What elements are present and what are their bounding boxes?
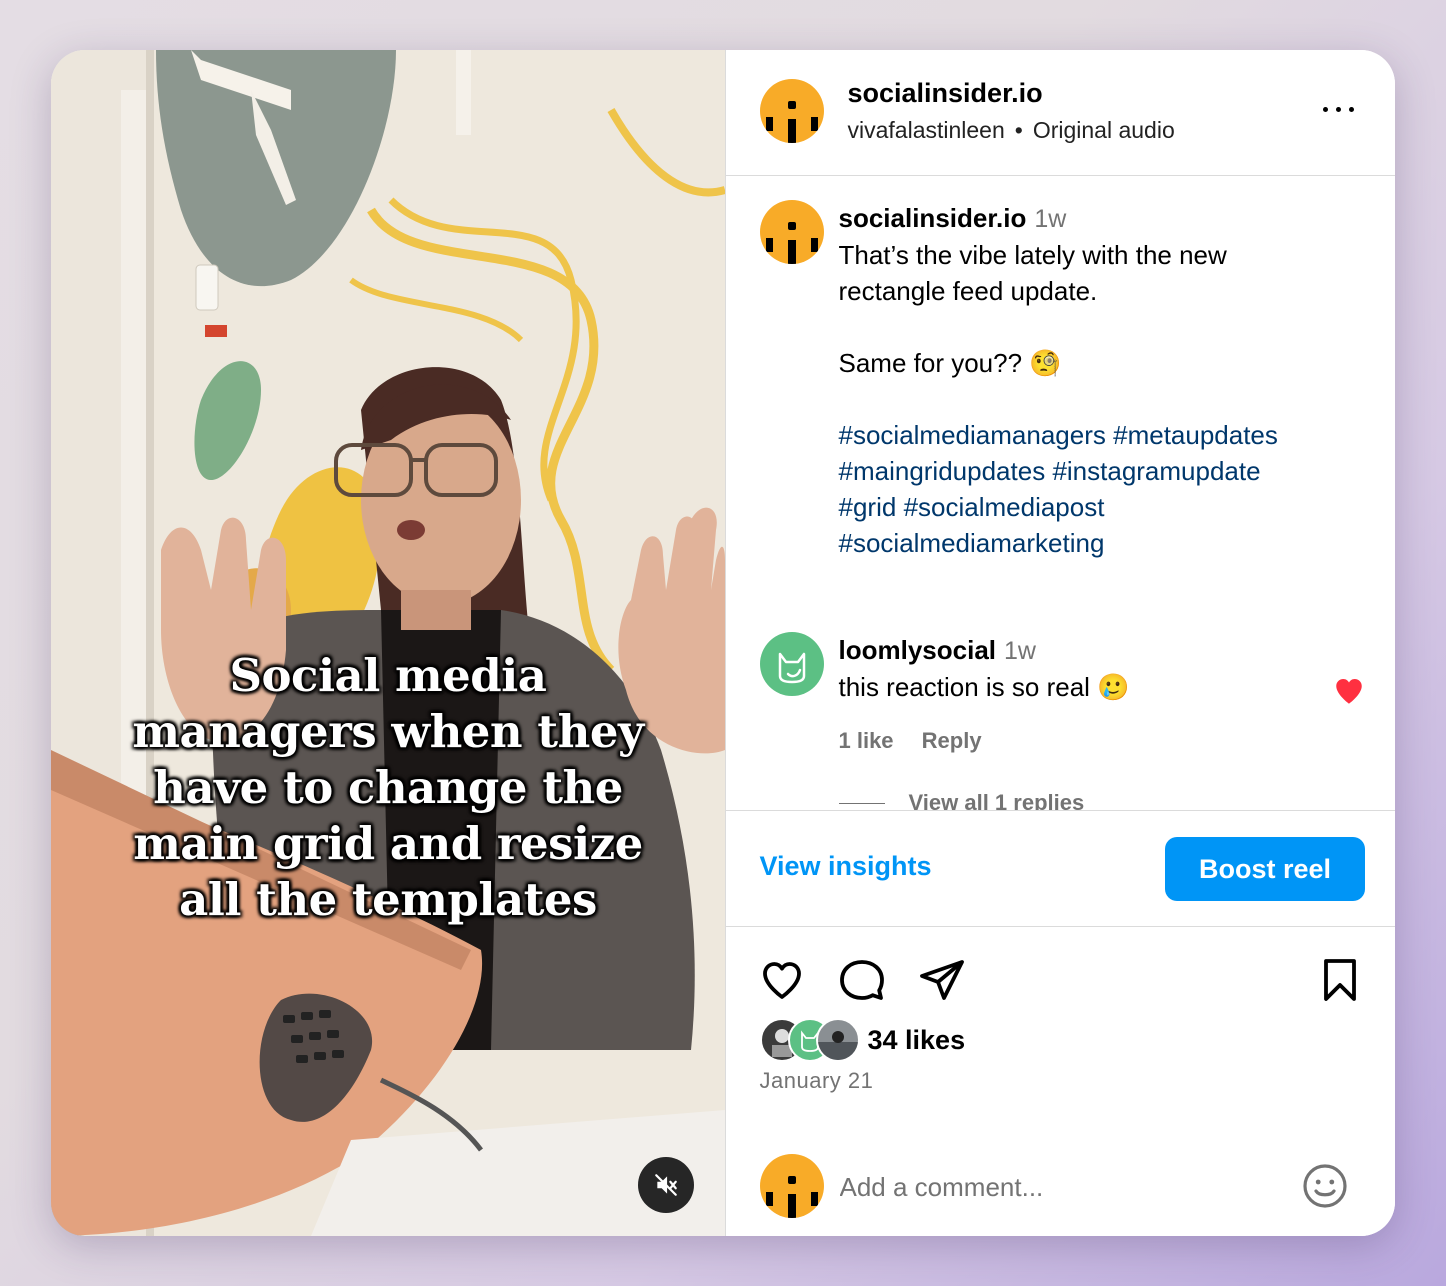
caption-text: socialinsider.io 1w That’s the vibe latel… <box>839 200 1349 561</box>
hashtag-link[interactable]: #maingridupdates <box>839 456 1046 486</box>
video-frame-illustration <box>51 50 725 1236</box>
caption-time: 1w <box>1034 205 1067 233</box>
comment-bubble-icon[interactable] <box>838 956 886 1004</box>
caption-username[interactable]: socialinsider.io <box>839 203 1027 233</box>
header-username[interactable]: socialinsider.io <box>848 78 1043 109</box>
caption-line: rectangle feed update. <box>838 276 1098 306</box>
comment-like-count[interactable]: 1 like <box>839 728 894 753</box>
comment-input[interactable] <box>837 1164 1282 1210</box>
divider <box>838 802 885 804</box>
insights-bar: View insights Boost reel <box>725 810 1395 927</box>
hashtag-link[interactable]: #socialmediapost <box>904 492 1105 522</box>
comment-time: 1w <box>1004 637 1036 665</box>
caption-line: Social media <box>229 649 547 702</box>
post-header: socialinsider.io vivafalastinleen • Origin… <box>725 50 1395 176</box>
comments-scroll-area[interactable]: socialinsider.io 1w That’s the vibe latel… <box>726 176 1396 810</box>
bookmark-icon[interactable] <box>1316 956 1364 1004</box>
liker-avatars[interactable] <box>759 1018 860 1062</box>
liked-heart-icon[interactable] <box>1332 674 1366 708</box>
caption-line: managers when they <box>132 705 644 758</box>
post-details-pane: socialinsider.io vivafalastinleen • Origin… <box>724 50 1396 1236</box>
comment-username[interactable]: loomlysocial <box>839 635 997 665</box>
view-replies-label: View all 1 replies <box>908 790 1085 810</box>
avatar <box>759 1154 824 1218</box>
hashtag-link[interactable]: #socialmediamarketing <box>839 528 1105 558</box>
caption-line: main grid and resize <box>133 817 643 870</box>
avatar[interactable] <box>759 200 824 264</box>
reel-post-card: Social media managers when they have to … <box>51 50 1395 1236</box>
comment-body: this reaction is so real 🥲 <box>838 672 1130 702</box>
caption-line: have to change the <box>153 761 623 814</box>
view-insights-link[interactable]: View insights <box>760 851 932 882</box>
video-caption-overlay: Social media managers when they have to … <box>51 648 725 928</box>
speaker-muted-icon <box>655 1174 677 1196</box>
hashtag-link[interactable]: #socialmediamanagers <box>839 420 1106 450</box>
more-horizontal-icon <box>1336 107 1341 112</box>
comment-text: loomlysocial 1w this reaction is so real … <box>839 632 1319 705</box>
audio-label[interactable]: Original audio <box>1033 117 1175 143</box>
audio-author[interactable]: vivafalastinleen <box>848 117 1005 143</box>
socialinsider-logo-icon <box>765 1176 818 1218</box>
caption-line: That’s the vibe lately with the new <box>838 240 1227 270</box>
avatar <box>815 1018 860 1062</box>
share-send-icon[interactable] <box>918 956 966 1004</box>
reel-video[interactable]: Social media managers when they have to … <box>51 50 725 1236</box>
hashtag-link[interactable]: #metaupdates <box>1113 420 1278 450</box>
caption-line: Same for you?? 🧐 <box>838 348 1062 378</box>
avatar[interactable] <box>759 79 824 143</box>
caption-line: all the templates <box>179 873 597 926</box>
post-actions: 34 likes January 21 <box>726 926 1396 1106</box>
avatar[interactable] <box>759 632 824 696</box>
likes-count[interactable]: 34 likes <box>868 1025 966 1056</box>
heart-outline-icon[interactable] <box>758 956 806 1004</box>
add-comment-bar <box>726 1106 1396 1236</box>
post-date: January 21 <box>759 1068 874 1093</box>
more-options-button[interactable] <box>1321 94 1357 124</box>
reply-button[interactable]: Reply <box>922 728 982 753</box>
smiley-emoji-icon[interactable] <box>1301 1162 1349 1210</box>
hashtag-link[interactable]: #instagramupdate <box>1052 456 1260 486</box>
boost-reel-button[interactable]: Boost reel <box>1165 837 1365 901</box>
audio-info: vivafalastinleen • Original audio <box>848 117 1175 144</box>
view-replies-button[interactable]: View all 1 replies <box>838 790 1085 810</box>
socialinsider-logo-icon <box>765 101 818 143</box>
loomly-cat-logo-icon <box>778 652 805 684</box>
comment-meta: 1 like Reply <box>839 728 1004 754</box>
more-horizontal-icon <box>1349 107 1354 112</box>
mute-toggle-button[interactable] <box>638 1157 694 1213</box>
separator-dot: • <box>1014 117 1023 143</box>
hashtag-link[interactable]: #grid <box>839 492 897 522</box>
more-horizontal-icon <box>1323 107 1328 112</box>
socialinsider-logo-icon <box>765 222 818 264</box>
